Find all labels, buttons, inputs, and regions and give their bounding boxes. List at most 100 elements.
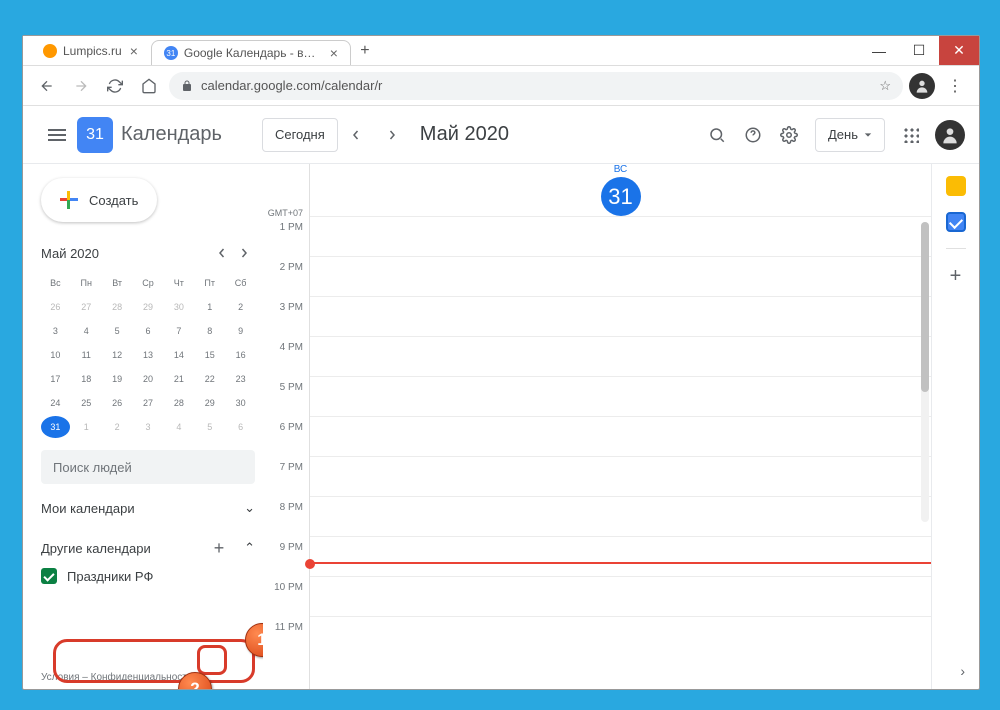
- mini-day-cell[interactable]: 19: [103, 368, 132, 390]
- today-button[interactable]: Сегодня: [262, 118, 338, 152]
- url-field[interactable]: calendar.google.com/calendar/r ☆: [169, 72, 903, 100]
- hour-slot[interactable]: [310, 576, 931, 616]
- mini-day-cell[interactable]: 4: [164, 416, 193, 438]
- mini-day-cell[interactable]: 7: [164, 320, 193, 342]
- mini-next-button[interactable]: [233, 242, 255, 264]
- hour-slot[interactable]: [310, 496, 931, 536]
- tab-lumpics[interactable]: Lumpics.ru ×: [31, 36, 151, 65]
- checkbox-checked[interactable]: [41, 568, 57, 584]
- mini-day-cell[interactable]: 28: [164, 392, 193, 414]
- mini-day-cell[interactable]: 6: [226, 416, 255, 438]
- mini-day-cell[interactable]: 10: [41, 344, 70, 366]
- hour-slot[interactable]: [310, 336, 931, 376]
- google-apps-button[interactable]: [893, 117, 929, 153]
- hour-slot[interactable]: [310, 216, 931, 256]
- mini-day-cell[interactable]: 20: [134, 368, 163, 390]
- mini-day-cell[interactable]: 26: [103, 392, 132, 414]
- hour-slot[interactable]: [310, 616, 931, 656]
- mini-day-cell[interactable]: 8: [195, 320, 224, 342]
- forward-button[interactable]: [67, 72, 95, 100]
- mini-day-cell[interactable]: 13: [134, 344, 163, 366]
- mini-day-header: Сб: [226, 272, 255, 294]
- hour-slot[interactable]: [310, 416, 931, 456]
- mini-month-label: Май 2020: [41, 246, 211, 261]
- mini-day-cell[interactable]: 21: [164, 368, 193, 390]
- mini-prev-button[interactable]: [211, 242, 233, 264]
- home-button[interactable]: [135, 72, 163, 100]
- mini-day-cell[interactable]: 17: [41, 368, 70, 390]
- minimize-button[interactable]: —: [859, 36, 899, 65]
- mini-day-cell[interactable]: 16: [226, 344, 255, 366]
- maximize-button[interactable]: ☐: [899, 36, 939, 65]
- mini-day-cell[interactable]: 3: [41, 320, 70, 342]
- day-column[interactable]: ВС 31: [309, 164, 931, 689]
- mini-day-cell[interactable]: 31: [41, 416, 70, 438]
- day-number[interactable]: 31: [601, 177, 641, 216]
- view-selector[interactable]: День: [815, 118, 885, 152]
- close-icon[interactable]: ×: [130, 43, 138, 59]
- tab-google-calendar[interactable]: 31 Google Календарь - воскресень ×: [151, 40, 351, 65]
- mini-day-cell[interactable]: 1: [195, 296, 224, 318]
- mini-day-cell[interactable]: 23: [226, 368, 255, 390]
- close-button[interactable]: ✕: [939, 36, 979, 65]
- profile-avatar[interactable]: [909, 73, 935, 99]
- search-people-input[interactable]: Поиск людей: [41, 450, 255, 484]
- add-calendar-button[interactable]: +: [209, 538, 229, 558]
- calendar-item-holidays[interactable]: Праздники РФ: [41, 568, 255, 584]
- next-period-button[interactable]: [376, 119, 408, 151]
- mini-day-cell[interactable]: 29: [195, 392, 224, 414]
- mini-day-cell[interactable]: 22: [195, 368, 224, 390]
- hour-slot[interactable]: [310, 456, 931, 496]
- mini-day-cell[interactable]: 5: [103, 320, 132, 342]
- tasks-icon[interactable]: [946, 212, 966, 232]
- my-calendars-section[interactable]: Мои календари ⌄: [41, 500, 255, 516]
- mini-day-cell[interactable]: 11: [72, 344, 101, 366]
- mini-day-cell[interactable]: 27: [134, 392, 163, 414]
- add-addon-button[interactable]: +: [946, 265, 966, 288]
- create-button[interactable]: Создать: [41, 178, 157, 222]
- reload-button[interactable]: [101, 72, 129, 100]
- mini-day-cell[interactable]: 12: [103, 344, 132, 366]
- close-icon[interactable]: ×: [330, 45, 338, 61]
- mini-day-cell[interactable]: 1: [72, 416, 101, 438]
- mini-day-cell[interactable]: 26: [41, 296, 70, 318]
- mini-day-cell[interactable]: 6: [134, 320, 163, 342]
- account-avatar[interactable]: [935, 120, 965, 150]
- mini-day-cell[interactable]: 14: [164, 344, 193, 366]
- hour-slot[interactable]: [310, 296, 931, 336]
- mini-day-cell[interactable]: 29: [134, 296, 163, 318]
- search-button[interactable]: [699, 117, 735, 153]
- hour-slot[interactable]: [310, 256, 931, 296]
- mini-day-cell[interactable]: 24: [41, 392, 70, 414]
- mini-day-cell[interactable]: 4: [72, 320, 101, 342]
- mini-day-cell[interactable]: 15: [195, 344, 224, 366]
- hour-slot[interactable]: [310, 376, 931, 416]
- mini-day-cell[interactable]: 30: [164, 296, 193, 318]
- back-button[interactable]: [33, 72, 61, 100]
- side-panel: +: [931, 164, 979, 689]
- scrollbar[interactable]: [921, 222, 929, 522]
- main-menu-button[interactable]: [37, 115, 77, 155]
- mini-day-cell[interactable]: 25: [72, 392, 101, 414]
- browser-menu[interactable]: ⋮: [941, 76, 969, 96]
- scroll-thumb[interactable]: [921, 222, 929, 392]
- mini-day-cell[interactable]: 5: [195, 416, 224, 438]
- mini-day-cell[interactable]: 2: [226, 296, 255, 318]
- help-button[interactable]: [735, 117, 771, 153]
- mini-day-cell[interactable]: 9: [226, 320, 255, 342]
- settings-button[interactable]: [771, 117, 807, 153]
- footer-links[interactable]: Условия – Конфиденциальность: [41, 672, 192, 683]
- hour-slot[interactable]: [310, 536, 931, 576]
- prev-period-button[interactable]: [340, 119, 372, 151]
- mini-day-cell[interactable]: 28: [103, 296, 132, 318]
- mini-day-cell[interactable]: 3: [134, 416, 163, 438]
- mini-day-cell[interactable]: 2: [103, 416, 132, 438]
- keep-icon[interactable]: [946, 176, 966, 196]
- new-tab-button[interactable]: +: [351, 36, 379, 65]
- bookmark-icon[interactable]: ☆: [879, 78, 891, 94]
- mini-day-cell[interactable]: 30: [226, 392, 255, 414]
- collapse-side-panel[interactable]: ›: [960, 663, 965, 679]
- mini-day-cell[interactable]: 18: [72, 368, 101, 390]
- mini-day-cell[interactable]: 27: [72, 296, 101, 318]
- other-calendars-section[interactable]: Другие календари + ⌃: [41, 538, 255, 558]
